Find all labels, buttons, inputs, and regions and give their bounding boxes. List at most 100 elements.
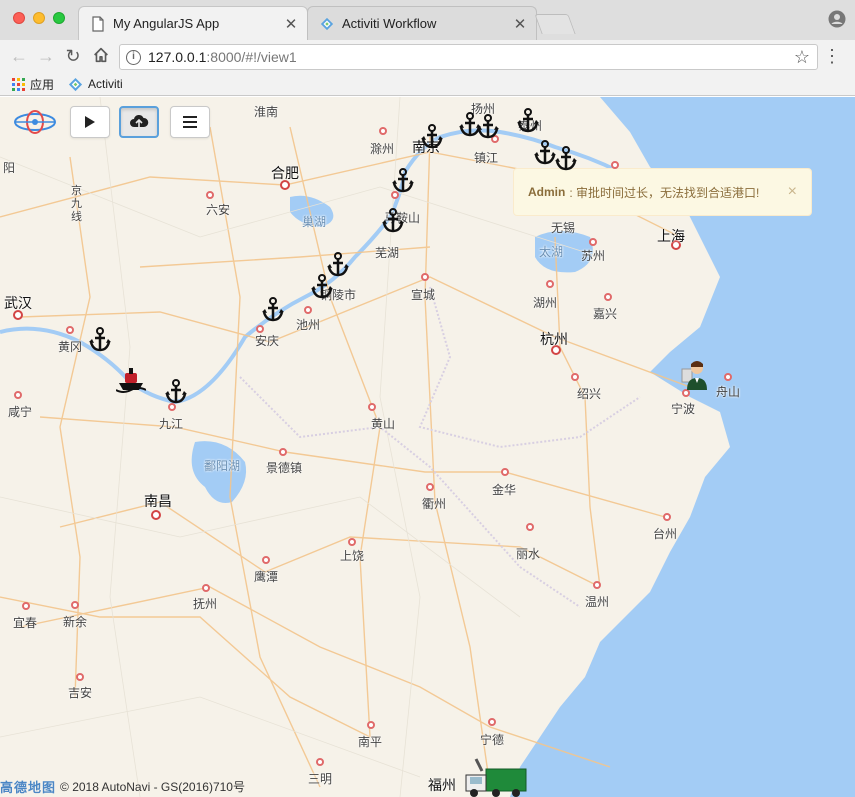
- city-dot: [501, 468, 509, 476]
- city-label: 六安: [205, 203, 231, 217]
- minimize-window-button[interactable]: [33, 12, 45, 24]
- city-label: 南昌: [144, 493, 172, 509]
- city-dot: [368, 403, 376, 411]
- port-anchor-icon[interactable]: [165, 379, 187, 405]
- city-dot: [348, 538, 356, 546]
- city-dot: [262, 556, 270, 564]
- alert-close-icon[interactable]: ×: [788, 183, 797, 201]
- city-dot: [71, 601, 79, 609]
- city-label: 淮南: [253, 105, 279, 119]
- city-dot: [421, 273, 429, 281]
- city-label: 太湖: [538, 245, 564, 259]
- browser-menu-icon[interactable]: ⋮: [823, 46, 841, 66]
- profile-icon[interactable]: [828, 10, 846, 28]
- app-logo-icon: [14, 110, 56, 134]
- bookmark-label: 应用: [30, 77, 55, 92]
- city-dot: [526, 523, 534, 531]
- info-icon[interactable]: i: [126, 50, 141, 65]
- port-anchor-icon[interactable]: [382, 208, 404, 234]
- city-label: 武汉: [4, 295, 32, 311]
- city-dot: [604, 293, 612, 301]
- city-label: 宣城: [410, 288, 436, 302]
- play-icon: [85, 116, 95, 128]
- city-label: 三明: [307, 772, 333, 786]
- bookmark-label: Activiti: [88, 77, 123, 91]
- address-bar[interactable]: i 127.0.0.1:8000/#!/view1 ☆: [119, 44, 818, 70]
- browser-toolbar: ← → ↻ i 127.0.0.1:8000/#!/view1 ☆ ⋮: [0, 40, 855, 72]
- city-label: 鹰潭: [253, 570, 279, 584]
- warning-alert: Admin: 审批时间过长，无法找到合适港口! ×: [513, 168, 812, 216]
- tab-close-icon[interactable]: ✕: [283, 15, 299, 33]
- port-anchor-icon[interactable]: [555, 146, 577, 172]
- city-label: 丽水: [515, 547, 541, 561]
- city-dot: [571, 373, 579, 381]
- port-anchor-icon[interactable]: [517, 108, 539, 134]
- city-label: 咸宁: [7, 405, 33, 419]
- attribution-text: © 2018 AutoNavi - GS(2016)710号: [60, 780, 245, 794]
- city-label: 鄱阳湖: [203, 459, 241, 473]
- browser-tab-bar: My AngularJS App ✕ Activiti Workflow ✕: [0, 0, 855, 40]
- bookmark-activiti[interactable]: Activiti: [68, 75, 123, 93]
- person-marker-icon[interactable]: [680, 359, 710, 391]
- city-label: 无锡: [550, 221, 576, 235]
- city-label: 池州: [295, 318, 321, 332]
- reload-icon[interactable]: ↻: [62, 46, 84, 66]
- city-label: 南平: [357, 735, 383, 749]
- city-label: 宁德: [479, 733, 505, 747]
- truck-marker-icon[interactable]: [462, 757, 528, 797]
- amap-logo[interactable]: 高德地图: [0, 777, 56, 796]
- city-dot: [279, 448, 287, 456]
- city-label: 上饶: [339, 549, 365, 563]
- port-anchor-icon[interactable]: [534, 140, 556, 166]
- tab-title: My AngularJS App: [113, 16, 220, 31]
- maximize-window-button[interactable]: [53, 12, 65, 24]
- new-tab-button[interactable]: [534, 14, 576, 34]
- cloud-upload-icon: [130, 114, 149, 128]
- city-label: 宁波: [670, 402, 696, 416]
- close-window-button[interactable]: [13, 12, 25, 24]
- city-label: 新余: [62, 615, 88, 629]
- tab-activiti-workflow[interactable]: Activiti Workflow ✕: [307, 6, 537, 40]
- upload-button[interactable]: [119, 106, 159, 138]
- map-view[interactable]: Admin: 审批时间过长，无法找到合适港口! × 淮南 扬州 泰州 滁州 南京…: [0, 97, 855, 797]
- bookmark-apps[interactable]: 应用: [12, 75, 54, 93]
- back-arrow-icon[interactable]: ←: [8, 46, 30, 66]
- ship-marker-icon[interactable]: [116, 365, 146, 395]
- city-dot: [66, 326, 74, 334]
- forward-arrow-icon[interactable]: →: [35, 46, 57, 66]
- home-icon[interactable]: [90, 45, 112, 65]
- city-dot: [367, 721, 375, 729]
- city-label: 景德镇: [265, 461, 303, 475]
- city-label: 黄山: [370, 417, 396, 431]
- port-anchor-icon[interactable]: [89, 327, 111, 353]
- city-label: 苏州: [580, 249, 606, 263]
- play-button[interactable]: [70, 106, 110, 138]
- city-dot: [611, 161, 619, 169]
- city-label: 黄冈: [57, 340, 83, 354]
- city-label: 温州: [584, 595, 610, 609]
- city-label: 金华: [491, 483, 517, 497]
- city-label: 台州: [652, 527, 678, 541]
- city-dot: [488, 718, 496, 726]
- city-label: 福州: [428, 777, 456, 793]
- tab-my-angularjs-app[interactable]: My AngularJS App ✕: [78, 6, 308, 40]
- bookmarks-bar: 应用 Activiti: [0, 72, 855, 96]
- port-anchor-icon[interactable]: [421, 124, 443, 150]
- city-dot: [379, 127, 387, 135]
- city-dot: [546, 280, 554, 288]
- city-dot: [22, 602, 30, 610]
- activiti-diamond-icon: [68, 77, 83, 91]
- city-dot: [202, 584, 210, 592]
- port-anchor-icon[interactable]: [311, 274, 333, 300]
- port-anchor-icon[interactable]: [392, 168, 414, 194]
- tab-close-icon[interactable]: ✕: [512, 15, 528, 33]
- tab-title: Activiti Workflow: [342, 16, 437, 31]
- city-label: 上海: [657, 228, 685, 244]
- bookmark-star-icon[interactable]: ☆: [794, 47, 810, 68]
- city-label: 宜春: [12, 616, 38, 630]
- port-anchor-icon[interactable]: [477, 114, 499, 140]
- menu-button[interactable]: [170, 106, 210, 138]
- map-attribution: 高德地图 © 2018 AutoNavi - GS(2016)710号: [0, 777, 245, 796]
- hamburger-menu-icon: [183, 116, 197, 128]
- port-anchor-icon[interactable]: [262, 297, 284, 323]
